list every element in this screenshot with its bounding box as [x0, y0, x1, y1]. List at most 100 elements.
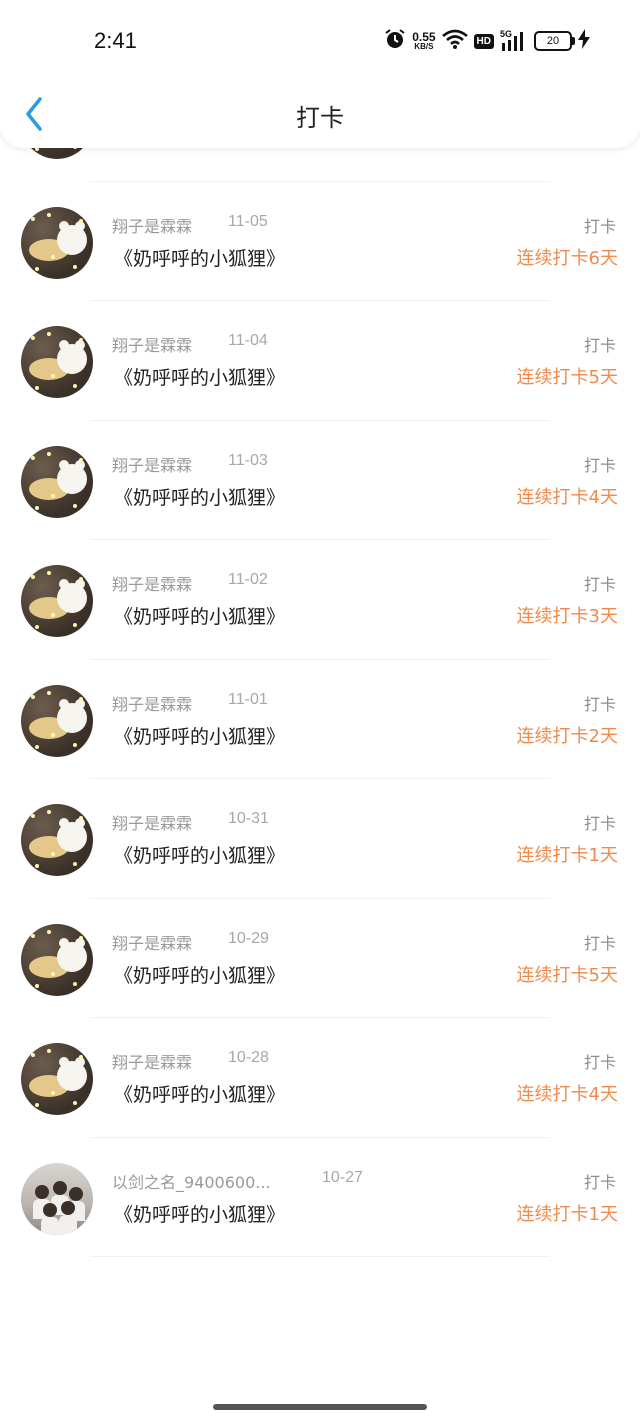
- person-head: [35, 1184, 49, 1199]
- row-divider: [90, 1256, 550, 1257]
- hd-badge: HD: [473, 33, 494, 49]
- bear-figure: [57, 459, 87, 494]
- avatar[interactable]: [21, 565, 93, 637]
- user-name[interactable]: 翔子是霖霖: [112, 1049, 192, 1073]
- sparkle: [79, 218, 83, 223]
- person-body: [59, 1214, 77, 1235]
- entry-date: 10-31: [228, 810, 269, 827]
- status-bar: 2:41 0.55 KB/S HD 5G 20: [0, 0, 640, 80]
- nav-header: 打卡: [0, 80, 640, 148]
- streak-label: 连续打卡6天: [516, 247, 618, 269]
- book-title[interactable]: 《奶呼呼的小狐狸》: [114, 244, 285, 271]
- avatar[interactable]: [21, 804, 93, 876]
- sparkle: [31, 336, 35, 340]
- list-item[interactable]: 翔子是霖霖 10-28 《奶呼呼的小狐狸》 打卡 连续打卡4天: [0, 1018, 640, 1138]
- sparkle: [73, 742, 77, 747]
- entry-date: 10-29: [228, 929, 269, 947]
- sparkle: [79, 816, 83, 820]
- sparkle: [73, 503, 77, 508]
- bear-figure: [57, 698, 87, 733]
- book-title[interactable]: 《奶呼呼的小狐狸》: [114, 1080, 285, 1107]
- sparkle: [73, 862, 77, 866]
- sparkle: [31, 814, 35, 818]
- sparkle: [47, 332, 51, 336]
- user-name[interactable]: 翔子是霖霖: [112, 571, 192, 595]
- user-name[interactable]: 翔子是霖霖: [112, 213, 192, 237]
- book-title[interactable]: 《奶呼呼的小狐狸》: [114, 1200, 285, 1227]
- sparkle: [35, 1103, 39, 1107]
- sparkle: [79, 338, 83, 342]
- sparkle: [73, 264, 77, 269]
- user-name[interactable]: 翔子是霖霖: [112, 452, 192, 476]
- book-title[interactable]: 《奶呼呼的小狐狸》: [114, 483, 285, 510]
- avatar[interactable]: [21, 206, 93, 279]
- person-head: [61, 1200, 75, 1215]
- book-title[interactable]: 《奶呼呼的小狐狸》: [114, 841, 285, 868]
- sparkle: [31, 455, 35, 460]
- list-item[interactable]: 翔子是霖霖 11-04 《奶呼呼的小狐狸》 打卡 连续打卡5天: [0, 301, 640, 421]
- sparkle: [79, 696, 83, 701]
- checkin-list: 翔子是霖霖11-06《奶呼呼的小狐狸》打卡连续打卡7天翔子是霖霖11-05《奶呼…: [0, 61, 640, 1257]
- user-name[interactable]: 翔子是霖霖: [112, 930, 192, 954]
- user-name[interactable]: 翔子是霖霖: [112, 332, 192, 356]
- sparkle: [51, 254, 55, 259]
- sparkle: [47, 571, 51, 575]
- bear-figure: [57, 340, 87, 374]
- sparkle: [31, 216, 35, 221]
- entry-type: 打卡: [583, 1053, 616, 1072]
- entry-date: 11-05: [228, 212, 268, 230]
- page-title: 打卡: [296, 104, 344, 132]
- sparkle: [79, 457, 83, 462]
- person-head: [69, 1186, 83, 1201]
- list-item[interactable]: 翔子是霖霖 10-31 《奶呼呼的小狐狸》 打卡 连续打卡1天: [0, 779, 640, 899]
- avatar[interactable]: [21, 1162, 93, 1235]
- entry-date: 11-03: [228, 451, 268, 469]
- list-item[interactable]: 翔子是霖霖 10-29 《奶呼呼的小狐狸》 打卡 连续打卡5天: [0, 899, 640, 1018]
- list-item[interactable]: 翔子是霖霖 11-02 《奶呼呼的小狐狸》 打卡 连续打卡3天: [0, 540, 640, 660]
- avatar[interactable]: [21, 1043, 93, 1115]
- avatar[interactable]: [21, 445, 93, 518]
- book-title[interactable]: 《奶呼呼的小狐狸》: [114, 722, 285, 749]
- user-name[interactable]: 翔子是霖霖: [112, 691, 192, 715]
- book-title[interactable]: 《奶呼呼的小狐狸》: [114, 961, 285, 988]
- streak-label: 连续打卡4天: [516, 1084, 618, 1105]
- streak-label: 连续打卡1天: [516, 845, 618, 866]
- sparkle: [31, 694, 35, 699]
- avatar[interactable]: [21, 923, 93, 996]
- sparkle: [35, 266, 39, 271]
- avatar[interactable]: [21, 684, 93, 757]
- sparkle: [73, 1101, 77, 1105]
- user-name[interactable]: 翔子是霖霖: [112, 810, 192, 834]
- sparkle: [47, 451, 51, 456]
- sparkle: [47, 690, 51, 695]
- entry-type: 打卡: [583, 575, 616, 594]
- sparkle: [73, 384, 77, 388]
- sparkle: [79, 577, 83, 581]
- sparkle: [35, 386, 39, 390]
- book-title[interactable]: 《奶呼呼的小狐狸》: [114, 602, 285, 629]
- charging-icon: [578, 29, 590, 53]
- status-time: 2:41: [94, 28, 137, 53]
- avatar[interactable]: [21, 326, 93, 398]
- list-item[interactable]: 翔子是霖霖 11-03 《奶呼呼的小狐狸》 打卡 连续打卡4天: [0, 421, 640, 540]
- book-title[interactable]: 《奶呼呼的小狐狸》: [114, 363, 285, 390]
- sparkle: [51, 971, 55, 976]
- entry-type: 打卡: [583, 1172, 616, 1192]
- user-name[interactable]: 以剑之名_9400600...: [112, 1169, 271, 1193]
- list-item[interactable]: 翔子是霖霖 11-01 《奶呼呼的小狐狸》 打卡 连续打卡2天: [0, 660, 640, 779]
- sparkle: [47, 212, 51, 217]
- streak-label: 连续打卡1天: [516, 1203, 618, 1225]
- sparkle: [79, 935, 83, 940]
- entry-type: 打卡: [583, 933, 616, 953]
- sparkle: [35, 505, 39, 510]
- person-body: [41, 1216, 59, 1235]
- entry-date: 11-02: [228, 571, 268, 588]
- list-item[interactable]: 以剑之名_9400600... 10-27 《奶呼呼的小狐狸》 打卡 连续打卡1天: [0, 1138, 640, 1257]
- list-item[interactable]: 翔子是霖霖 11-05 《奶呼呼的小狐狸》 打卡 连续打卡6天: [0, 182, 640, 301]
- sparkle: [51, 613, 55, 617]
- bear-figure: [57, 1057, 87, 1091]
- sparkle: [51, 732, 55, 737]
- home-indicator[interactable]: [213, 1404, 427, 1410]
- sparkle: [51, 374, 55, 378]
- sparkle: [35, 864, 39, 868]
